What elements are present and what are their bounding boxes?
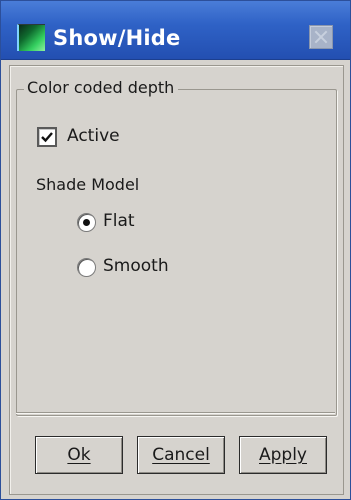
- title-bar[interactable]: Show/Hide: [1, 1, 350, 60]
- apply-button[interactable]: Apply: [239, 436, 327, 474]
- color-coded-depth-group: [16, 89, 337, 416]
- active-label: Active: [67, 126, 120, 146]
- radio-selected-dot: [83, 219, 90, 226]
- radio-button-smooth[interactable]: [77, 258, 96, 277]
- cancel-button[interactable]: Cancel: [137, 436, 225, 474]
- window-title: Show/Hide: [53, 26, 181, 50]
- close-icon[interactable]: [309, 25, 333, 49]
- group-label: Color coded depth: [24, 78, 179, 97]
- dialog-body: Color coded depth Active Shade Model Fla…: [9, 65, 344, 495]
- active-checkbox[interactable]: [37, 127, 57, 147]
- show-hide-dialog: Show/Hide Color coded depth Active Shade…: [0, 0, 351, 500]
- depth-map-icon: [17, 24, 45, 51]
- ok-button[interactable]: Ok: [35, 436, 123, 474]
- shade-model-label: Shade Model: [36, 175, 140, 194]
- button-separator: [16, 412, 335, 414]
- radio-flat-label: Flat: [103, 211, 135, 231]
- checkmark-icon: [41, 132, 53, 143]
- radio-smooth-label: Smooth: [103, 256, 169, 276]
- radio-button-flat[interactable]: [77, 213, 96, 232]
